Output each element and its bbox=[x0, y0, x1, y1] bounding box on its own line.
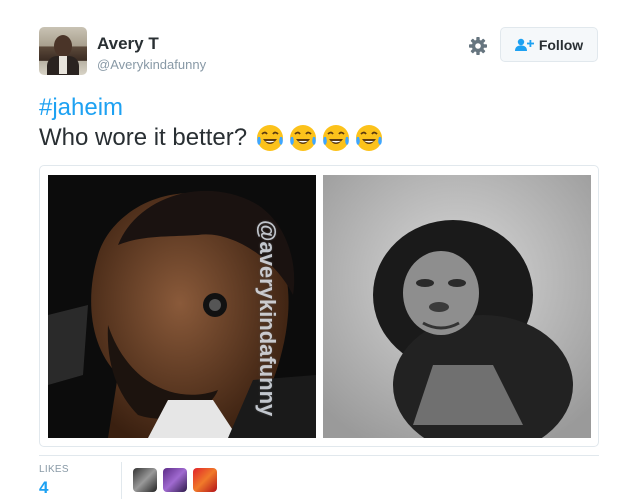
likes-count[interactable]: 4 bbox=[39, 478, 48, 498]
media-card[interactable] bbox=[39, 165, 599, 447]
tweet-text: Who wore it better? bbox=[39, 123, 384, 153]
add-user-icon bbox=[514, 38, 535, 52]
follow-label: Follow bbox=[538, 36, 584, 53]
laughing-emoji-icon bbox=[321, 123, 351, 153]
gear-icon[interactable] bbox=[468, 36, 488, 56]
photo-monkey[interactable] bbox=[323, 175, 591, 438]
liker-avatar-1[interactable] bbox=[133, 468, 157, 492]
hashtag-link[interactable]: #jaheim bbox=[39, 94, 123, 122]
laughing-emoji-icon bbox=[354, 123, 384, 153]
liker-avatar-2[interactable] bbox=[163, 468, 187, 492]
tweet-body: Who wore it better? bbox=[39, 124, 248, 151]
likes-label[interactable]: LIKES bbox=[39, 464, 69, 475]
stats-divider bbox=[39, 455, 599, 456]
author-handle[interactable]: @Averykindafunny bbox=[97, 57, 206, 72]
laughing-emoji-icon bbox=[255, 123, 285, 153]
stats-vertical-divider bbox=[121, 462, 122, 499]
laughing-emoji-icon bbox=[288, 123, 318, 153]
author-name[interactable]: Avery T bbox=[97, 34, 159, 54]
image-watermark: @averykindafunny bbox=[255, 220, 280, 417]
liker-avatar-3[interactable] bbox=[193, 468, 217, 492]
follow-button[interactable]: Follow bbox=[500, 27, 598, 62]
author-avatar[interactable] bbox=[39, 27, 87, 75]
